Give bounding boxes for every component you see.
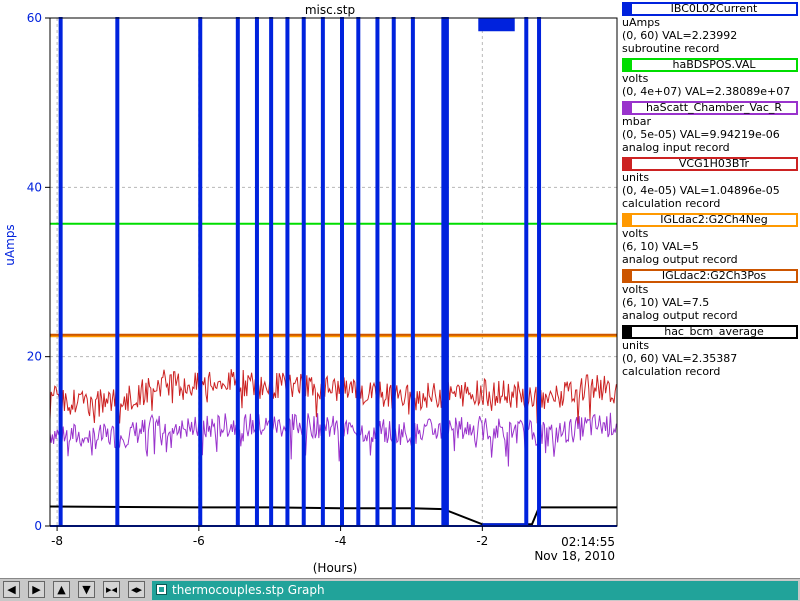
series-line-3 [49, 369, 617, 424]
chart-grid [50, 17, 617, 526]
legend-unit: units [622, 171, 650, 184]
date-label: Nov 18, 2010 [534, 549, 615, 563]
legend-rtype: calculation record [622, 197, 721, 210]
legend-entry[interactable]: haBDSPOS.VAL volts (0, 4e+07) VAL=2.38089e… [622, 58, 798, 98]
legend-rtype: analog output record [622, 253, 738, 266]
legend-range: (0, 5e-05) VAL=9.94219e-06 [622, 128, 780, 141]
legend-unit: uAmps [622, 16, 660, 29]
arrow-left-icon[interactable]: ◀ [3, 581, 20, 598]
zoom-out-icon[interactable]: ◂▸ [128, 581, 145, 598]
legend-rtype: calculation record [622, 365, 721, 378]
legend-range: (0, 60) VAL=2.35387 [622, 352, 738, 365]
arrow-right-icon[interactable]: ▶ [28, 581, 45, 598]
legend-unit: volts [622, 72, 649, 85]
series-line-2 [49, 412, 617, 467]
x-tick-label: -8 [51, 534, 63, 548]
legend-entry[interactable]: IGLdac2:G2Ch4Neg volts (6, 10) VAL=5 analog… [622, 213, 798, 266]
legend-rtype: analog input record [622, 141, 730, 154]
legend-entry[interactable]: IBC0L02Current uAmps (0, 60) VAL=2.23992 su… [622, 2, 798, 55]
legend-range: (0, 60) VAL=2.23992 [622, 29, 738, 42]
legend-entry[interactable]: haScatt_Chamber_Vac_R mbar (0, 5e-05) VAL=… [622, 101, 798, 154]
arrow-down-icon[interactable]: ▼ [78, 581, 95, 598]
legend-range: (6, 10) VAL=7.5 [622, 296, 710, 309]
y-tick-label: 0 [34, 519, 42, 533]
time-label: 02:14:55 [561, 535, 615, 549]
x-axis-label: (Hours) [313, 561, 358, 575]
legend-rtype: analog output record [622, 309, 738, 322]
chart-plot: misc.stp 0 20 40 60 -8 -6 -4 -2 uAmps (Hours) 0… [3, 3, 618, 575]
bottom-toolbar: ◀ ▶ ▲ ▼ ▸◂ ◂▸ thermocouples.stp Graph [0, 578, 800, 601]
legend-unit: volts [622, 227, 649, 240]
chart-title: misc.stp [305, 3, 355, 17]
series-line-6 [49, 505, 617, 526]
y-tick-label: 40 [27, 180, 42, 194]
series-line-0 [50, 17, 617, 527]
legend-unit: units [622, 339, 650, 352]
legend-name: IGLdac2:G2Ch4Neg [622, 213, 798, 227]
series-layer [49, 17, 617, 527]
x-tick-label: -6 [193, 534, 205, 548]
legend-name: IBC0L02Current [622, 2, 798, 16]
legend-entry[interactable]: hac_bcm_average units (0, 60) VAL=2.35387 c… [622, 325, 798, 378]
legend-rtype: subroutine record [622, 42, 720, 55]
y-axis-label: uAmps [3, 224, 17, 265]
arrow-up-icon[interactable]: ▲ [53, 581, 70, 598]
legend-panel: IBC0L02Current uAmps (0, 60) VAL=2.23992 su… [620, 0, 800, 578]
legend-entry[interactable]: VCG1H03BTr units (0, 4e-05) VAL=1.04896e-0… [622, 157, 798, 210]
legend-unit: mbar [622, 115, 651, 128]
legend-name: VCG1H03BTr [622, 157, 798, 171]
zoom-in-icon[interactable]: ▸◂ [103, 581, 120, 598]
x-tick-label: -4 [335, 534, 347, 548]
legend-name: haScatt_Chamber_Vac_R [622, 101, 798, 115]
legend-name: IGLdac2:G2Ch3Pos [622, 269, 798, 283]
series-plateau-0 [478, 17, 515, 32]
legend-range: (0, 4e+07) VAL=2.38089e+07 [622, 85, 791, 98]
legend-name: haBDSPOS.VAL [622, 58, 798, 72]
legend-name: hac_bcm_average [622, 325, 798, 339]
legend-range: (0, 4e-05) VAL=1.04896e-05 [622, 184, 780, 197]
legend-range: (6, 10) VAL=5 [622, 240, 699, 253]
legend-entry[interactable]: IGLdac2:G2Ch3Pos volts (6, 10) VAL=7.5 anal… [622, 269, 798, 322]
tab-label: thermocouples.stp Graph [172, 583, 325, 597]
y-tick-label: 60 [27, 11, 42, 25]
y-tick-label: 20 [27, 350, 42, 364]
window-icon [156, 584, 167, 595]
legend-unit: volts [622, 283, 649, 296]
x-tick-label: -2 [476, 534, 488, 548]
tab-thermocouples-graph[interactable]: thermocouples.stp Graph [152, 581, 798, 600]
plot-frame [49, 17, 618, 527]
